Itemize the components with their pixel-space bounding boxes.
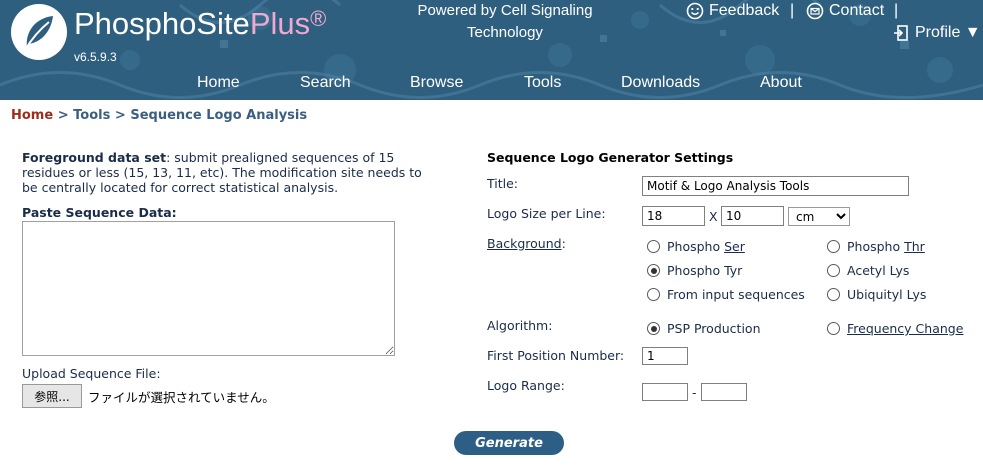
radio-acetyl-lys[interactable]: [827, 264, 840, 277]
background-option-phospho-ser[interactable]: Phospho Ser: [647, 239, 745, 254]
background-help-link[interactable]: Background: [487, 236, 562, 251]
mail-icon: [806, 2, 824, 20]
logo-width-input[interactable]: [642, 206, 705, 226]
option-label: From input sequences: [667, 287, 805, 302]
settings-title: Sequence Logo Generator Settings: [487, 150, 734, 165]
option-label: Phospho Tyr: [667, 263, 743, 278]
header-separator: |: [790, 2, 795, 19]
radio-frequency-change[interactable]: [827, 322, 840, 335]
sequence-data-textarea[interactable]: [22, 221, 395, 356]
logo-title-input[interactable]: [642, 176, 909, 196]
nav-about[interactable]: About: [760, 74, 802, 92]
background-option-phospho-thr[interactable]: Phospho Thr: [827, 239, 925, 254]
size-x-separator: X: [709, 209, 718, 224]
logo-range-label: Logo Range:: [487, 378, 565, 393]
option-label: Ubiquityl Lys: [847, 287, 927, 302]
algorithm-label: Algorithm:: [487, 318, 553, 333]
foreground-description: Foreground data set: submit prealigned s…: [22, 150, 422, 195]
radio-phospho-tyr[interactable]: [647, 264, 660, 277]
size-unit-select[interactable]: cm: [788, 207, 850, 226]
powered-line-2: Technology: [467, 24, 543, 41]
generate-button[interactable]: Generate: [454, 431, 564, 455]
logo-size-label: Logo Size per Line:: [487, 206, 606, 221]
radio-phospho-thr[interactable]: [827, 240, 840, 253]
feedback-link[interactable]: Feedback: [686, 2, 779, 20]
brand-plus-text: Plus: [249, 6, 311, 41]
algorithm-option-psp-production[interactable]: PSP Production: [647, 321, 761, 336]
range-from-input[interactable]: [642, 383, 688, 401]
logo-height-input[interactable]: [721, 206, 784, 226]
nav-browse[interactable]: Browse: [410, 74, 463, 92]
first-position-input[interactable]: [642, 347, 688, 365]
thr-link[interactable]: Thr: [904, 239, 925, 254]
breadcrumb-tools[interactable]: Tools: [73, 108, 110, 123]
first-position-label: First Position Number:: [487, 348, 625, 363]
nav-downloads[interactable]: Downloads: [621, 74, 700, 92]
main-nav: Home Search Browse Tools Downloads About: [0, 74, 983, 96]
breadcrumb-separator: >: [57, 108, 69, 123]
nav-tools[interactable]: Tools: [524, 74, 561, 92]
ser-link[interactable]: Ser: [724, 239, 745, 254]
brand-logo[interactable]: [11, 4, 67, 60]
option-label: Phospho Ser: [667, 239, 745, 254]
paste-sequence-label: Paste Sequence Data:: [22, 205, 177, 220]
contact-label: Contact: [829, 2, 885, 19]
powered-line-1: Powered by Cell Signaling: [417, 2, 593, 19]
title-label: Title:: [487, 176, 518, 191]
background-label-row: Background:: [487, 236, 566, 251]
browse-file-button[interactable]: 参照...: [22, 384, 82, 408]
nav-home[interactable]: Home: [197, 74, 240, 92]
upload-file-label: Upload Sequence File:: [22, 366, 161, 381]
header-separator: |: [894, 2, 899, 19]
smiley-icon: [686, 2, 704, 20]
background-option-acetyl-lys[interactable]: Acetyl Lys: [827, 263, 909, 278]
powered-by-text: Powered by Cell Signaling Technology: [390, 0, 620, 44]
profile-label: Profile ▼: [915, 24, 981, 41]
breadcrumb: Home > Tools > Sequence Logo Analysis: [11, 108, 307, 123]
algorithm-option-frequency-change[interactable]: Frequency Change: [827, 321, 963, 336]
site-header: PhosphoSitePlus® v6.5.9.3 Powered by Cel…: [0, 0, 983, 100]
site-name[interactable]: PhosphoSitePlus®: [74, 6, 326, 42]
file-status-text: ファイルが選択されていません。: [88, 390, 275, 405]
version-label: v6.5.9.3: [74, 50, 117, 64]
radio-input-sequences[interactable]: [647, 288, 660, 301]
feedback-label: Feedback: [709, 2, 780, 19]
option-label: PSP Production: [667, 321, 761, 336]
option-prefix: Phospho: [667, 239, 725, 254]
option-label: Phospho Thr: [847, 239, 925, 254]
background-option-phospho-tyr[interactable]: Phospho Tyr: [647, 263, 742, 278]
background-colon: :: [561, 236, 566, 251]
contact-link[interactable]: Contact: [806, 2, 884, 20]
radio-phospho-ser[interactable]: [647, 240, 660, 253]
login-icon: [894, 25, 908, 41]
breadcrumb-home[interactable]: Home: [11, 108, 53, 123]
foreground-title: Foreground data set: [22, 150, 167, 165]
nav-search[interactable]: Search: [300, 74, 351, 92]
background-option-ubiquityl-lys[interactable]: Ubiquityl Lys: [827, 287, 926, 302]
background-option-input-sequences[interactable]: From input sequences: [647, 287, 805, 302]
range-dash: -: [692, 385, 697, 400]
frequency-change-link[interactable]: Frequency Change: [847, 321, 963, 336]
brand-reg-mark: ®: [310, 6, 327, 31]
option-prefix: Phospho: [847, 239, 905, 254]
breadcrumb-current: Sequence Logo Analysis: [130, 108, 308, 123]
radio-ubiquityl-lys[interactable]: [827, 288, 840, 301]
radio-psp-production[interactable]: [647, 322, 660, 335]
option-label: Acetyl Lys: [847, 263, 910, 278]
range-to-input[interactable]: [701, 383, 747, 401]
leaf-logo-icon: [12, 5, 66, 59]
profile-menu[interactable]: Profile ▼: [892, 24, 981, 42]
brand-main-text: PhosphoSite: [74, 6, 250, 41]
breadcrumb-separator: >: [114, 108, 126, 123]
